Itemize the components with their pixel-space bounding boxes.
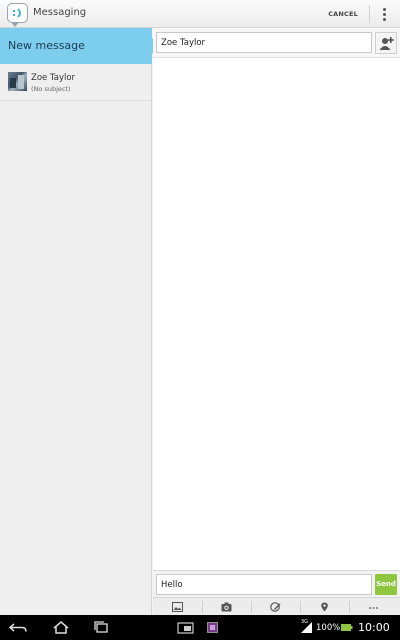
location-pin-icon [321,602,328,612]
recipient-row: Zoe Taylor [153,28,400,58]
recent-apps-icon [94,621,108,633]
recipient-input[interactable]: Zoe Taylor [156,32,372,53]
action-bar-divider [369,5,370,23]
add-contact-button[interactable] [375,32,397,54]
battery-percent: 100% [316,623,341,633]
send-button[interactable]: Send [375,574,397,595]
sketch-icon [270,602,281,612]
attach-camera-button[interactable] [202,598,251,616]
more-icon [369,607,378,609]
small-apps-icon [177,622,194,634]
network-type-label: 3G [301,619,309,625]
message-input[interactable]: Hello [156,574,372,595]
clock: 10:00 [358,621,390,634]
conversation-subject: (No subject) [31,85,71,93]
home-icon [53,621,69,634]
notification-app-icon[interactable] [206,618,220,637]
new-message-label: New message [8,39,85,52]
back-button[interactable] [8,618,30,637]
attach-location-button[interactable] [300,598,349,616]
camera-icon [221,602,232,612]
attach-sketch-button[interactable] [251,598,300,616]
action-bar: Messaging CANCEL [0,0,400,28]
app-title: Messaging [33,7,87,18]
conversation-name: Zoe Taylor [31,73,76,83]
system-navigation-bar: 3G 100% 10:00 [0,615,400,640]
conversation-list: New message Zoe Taylor (No subject) [0,28,160,615]
recent-apps-button[interactable] [90,618,112,637]
message-thread-area [153,58,400,570]
attach-more-button[interactable] [349,598,398,616]
small-apps-button[interactable] [176,618,196,637]
battery-icon [340,618,354,637]
add-contact-icon [379,37,394,50]
picture-icon [172,602,183,612]
back-icon [8,623,27,632]
compose-row: Hello Send [153,570,400,597]
messaging-app-icon[interactable] [7,3,28,27]
home-button[interactable] [50,618,72,637]
avatar [8,72,27,91]
conversation-item[interactable]: Zoe Taylor (No subject) [0,65,152,101]
compose-pane: Zoe Taylor Hello Send [153,28,400,615]
new-message-item[interactable]: New message [0,28,160,64]
attach-picture-button[interactable] [153,598,202,616]
cancel-button[interactable]: CANCEL [322,0,364,28]
overflow-menu-icon[interactable] [378,6,392,22]
attachment-bar [153,597,400,615]
